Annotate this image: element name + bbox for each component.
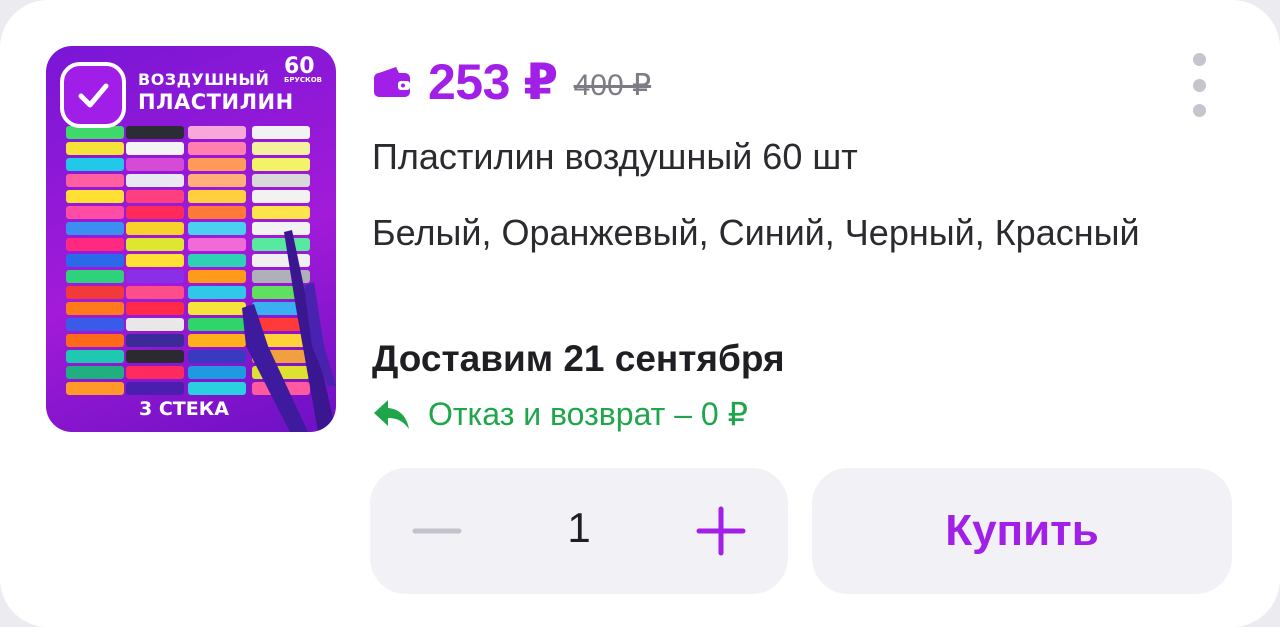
plasticine-bar bbox=[252, 158, 310, 171]
plasticine-bar bbox=[126, 222, 184, 235]
plasticine-bar bbox=[66, 318, 124, 331]
plasticine-bar bbox=[126, 350, 184, 363]
return-arrow-icon bbox=[374, 400, 409, 429]
plasticine-bar bbox=[126, 286, 184, 299]
product-variants: Белый, Оранжевый, Синий, Черный, Красный bbox=[372, 212, 1140, 253]
more-vertical-icon-dot bbox=[1192, 104, 1206, 117]
quantity-value: 1 bbox=[567, 504, 591, 551]
plasticine-bar bbox=[252, 190, 310, 203]
plasticine-bar bbox=[126, 158, 184, 171]
plasticine-bar bbox=[126, 238, 184, 251]
plasticine-bar bbox=[188, 270, 246, 283]
product-card: ВОЗДУШНЫЙ ПЛАСТИЛИН 60 БРУСКОВ 3 СТЕКА 2… bbox=[0, 0, 1280, 627]
image-text-line1: ВОЗДУШНЫЙ bbox=[138, 70, 270, 89]
plasticine-bar bbox=[66, 238, 124, 251]
plasticine-bar bbox=[188, 222, 246, 235]
plasticine-bar bbox=[252, 238, 310, 251]
decrease-button[interactable] bbox=[412, 506, 462, 556]
image-text-sticks: 3 СТЕКА bbox=[139, 398, 229, 420]
plasticine-bar bbox=[188, 334, 246, 347]
wallet-icon bbox=[374, 67, 410, 97]
plasticine-bar bbox=[66, 382, 124, 395]
buy-button[interactable]: Купить bbox=[812, 468, 1232, 594]
plasticine-bar bbox=[126, 142, 184, 155]
plasticine-bar bbox=[188, 190, 246, 203]
plasticine-bar bbox=[66, 350, 124, 363]
plasticine-bar bbox=[126, 382, 184, 395]
plasticine-bar bbox=[126, 366, 184, 379]
plasticine-bar bbox=[188, 174, 246, 187]
plasticine-bar bbox=[188, 142, 246, 155]
plasticine-bar bbox=[126, 126, 184, 139]
plasticine-bar bbox=[66, 334, 124, 347]
select-checkbox[interactable] bbox=[60, 62, 126, 128]
plasticine-bar bbox=[252, 206, 310, 219]
minus-icon bbox=[412, 528, 462, 534]
more-vertical-icon-dot bbox=[1192, 78, 1206, 92]
plasticine-bar bbox=[252, 126, 310, 139]
plasticine-bar bbox=[126, 334, 184, 347]
check-icon bbox=[78, 83, 109, 108]
more-vertical-icon-dot bbox=[1192, 53, 1206, 66]
plasticine-bar bbox=[252, 142, 310, 155]
plasticine-bar bbox=[188, 366, 246, 379]
plasticine-bar bbox=[66, 366, 124, 379]
quantity-stepper: 1 bbox=[370, 468, 788, 594]
return-policy[interactable]: Отказ и возврат – 0 ₽ bbox=[372, 392, 748, 436]
plasticine-bar bbox=[188, 286, 246, 299]
increase-button[interactable] bbox=[696, 506, 746, 556]
plasticine-bar bbox=[126, 302, 184, 315]
plasticine-bar bbox=[66, 222, 124, 235]
plasticine-bar bbox=[188, 238, 246, 251]
plasticine-bar bbox=[66, 190, 124, 203]
plasticine-bar bbox=[126, 174, 184, 187]
plasticine-bar bbox=[66, 286, 124, 299]
product-title[interactable]: Пластилин воздушный 60 шт bbox=[372, 136, 858, 178]
price-old: 400 ₽ bbox=[573, 68, 652, 102]
more-options-button[interactable] bbox=[1184, 50, 1214, 120]
plasticine-bar bbox=[252, 174, 310, 187]
plasticine-bar bbox=[188, 382, 246, 395]
plasticine-bar bbox=[66, 270, 124, 283]
plasticine-bar bbox=[66, 206, 124, 219]
return-policy-text: Отказ и возврат – 0 ₽ bbox=[428, 396, 748, 432]
plasticine-bar bbox=[188, 318, 246, 331]
plasticine-bar bbox=[66, 142, 124, 155]
plasticine-bar bbox=[126, 206, 184, 219]
image-text-count-sub: БРУСКОВ bbox=[284, 76, 323, 84]
plasticine-bar bbox=[66, 174, 124, 187]
plasticine-bar bbox=[188, 158, 246, 171]
plasticine-bar bbox=[188, 254, 246, 267]
price-current: 253 ₽ bbox=[428, 54, 558, 110]
plasticine-bar bbox=[126, 270, 184, 283]
delivery-date: Доставим 21 сентября bbox=[372, 338, 785, 379]
plasticine-bar bbox=[126, 254, 184, 267]
image-text-line2: ПЛАСТИЛИН bbox=[138, 90, 294, 114]
plasticine-bar bbox=[252, 222, 310, 235]
plasticine-bar bbox=[126, 318, 184, 331]
plasticine-bar bbox=[66, 158, 124, 171]
plasticine-bar bbox=[66, 254, 124, 267]
price-row: 253 ₽ 400 ₽ bbox=[372, 52, 651, 112]
plasticine-bar bbox=[188, 350, 246, 363]
plasticine-bar bbox=[126, 190, 184, 203]
plasticine-bar bbox=[188, 206, 246, 219]
plus-icon bbox=[696, 506, 746, 556]
plasticine-bar bbox=[188, 126, 246, 139]
plasticine-bar bbox=[66, 302, 124, 315]
plasticine-bar bbox=[188, 302, 246, 315]
plasticine-bar bbox=[252, 254, 310, 267]
